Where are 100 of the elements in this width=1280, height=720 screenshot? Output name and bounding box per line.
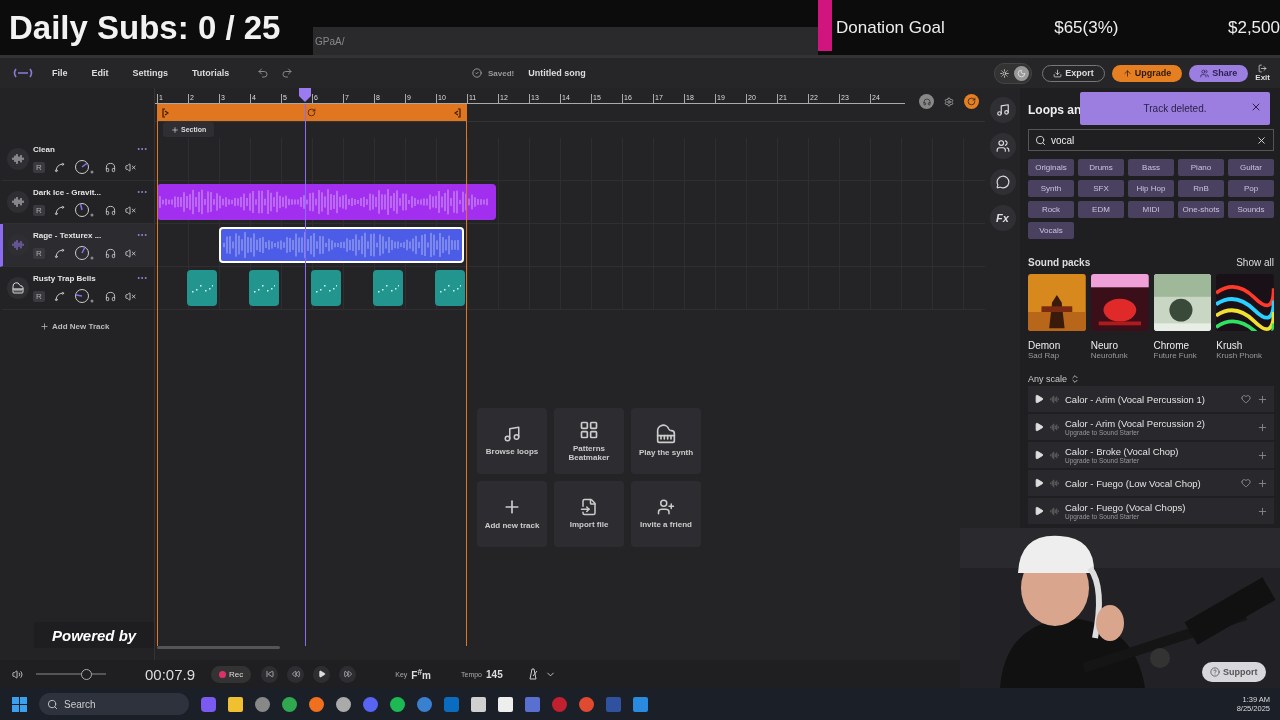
quick-action-tile[interactable]: Import file <box>554 481 624 547</box>
mute-icon[interactable] <box>124 290 136 302</box>
record-arm-button[interactable]: R <box>33 290 45 302</box>
automation-icon[interactable] <box>53 247 65 259</box>
play-icon[interactable] <box>1034 450 1044 460</box>
midi-clip[interactable] <box>373 270 403 306</box>
filter-chip[interactable]: Originals <box>1028 159 1074 176</box>
headphones-icon[interactable] <box>104 204 116 216</box>
play-icon[interactable] <box>1034 394 1044 404</box>
filter-chip[interactable]: RnB <box>1178 180 1224 197</box>
midi-clip[interactable] <box>435 270 465 306</box>
search-bar[interactable]: vocal <box>1028 129 1274 151</box>
track-header[interactable]: Rusty Trap Bells R <box>0 267 154 310</box>
music-button[interactable] <box>989 97 1016 123</box>
collaborators-button[interactable] <box>989 133 1016 159</box>
plus-icon[interactable] <box>1257 505 1268 517</box>
support-button[interactable]: Support <box>1202 662 1266 682</box>
record-button[interactable]: Rec <box>211 665 252 683</box>
scale-selector[interactable]: Any scale <box>1028 374 1081 384</box>
quick-action-tile[interactable]: Add new track <box>477 481 547 547</box>
pack-name[interactable]: Demon <box>1028 340 1086 351</box>
filter-chip[interactable]: MIDI <box>1128 201 1174 218</box>
filter-chip[interactable]: Guitar <box>1228 159 1274 176</box>
app-icon[interactable] <box>336 696 351 712</box>
filter-chip[interactable]: Piano <box>1178 159 1224 176</box>
filter-chip[interactable]: Vocals <box>1028 222 1074 239</box>
quick-action-tile[interactable]: Patterns Beatmaker <box>554 408 624 474</box>
pack-name[interactable]: Chrome <box>1153 340 1212 351</box>
plus-icon[interactable] <box>1257 393 1268 405</box>
upgrade-button[interactable]: Upgrade <box>1111 64 1183 82</box>
app-icon[interactable] <box>228 696 243 712</box>
fast-forward-button[interactable] <box>339 665 357 683</box>
app-icon[interactable] <box>498 696 513 712</box>
loop-button[interactable] <box>964 94 979 109</box>
automation-icon[interactable] <box>53 204 65 216</box>
show-all-link[interactable]: Show all <box>1236 257 1274 268</box>
search-field[interactable]: vocal <box>1051 134 1251 146</box>
record-arm-button[interactable]: R <box>33 161 45 173</box>
app-icon[interactable] <box>390 696 405 712</box>
record-arm-button[interactable]: R <box>33 247 45 259</box>
plus-icon[interactable] <box>1257 449 1268 461</box>
volume-knob[interactable] <box>73 159 96 175</box>
quick-action-tile[interactable]: Browse loops <box>477 408 547 474</box>
track-header[interactable]: Rage - Texturex ... R <box>0 224 154 267</box>
taskbar-search[interactable]: Search <box>39 693 189 715</box>
close-icon[interactable] <box>1250 101 1262 113</box>
mute-icon[interactable] <box>124 247 136 259</box>
record-arm-button[interactable]: R <box>33 204 45 216</box>
filter-chip[interactable]: Hip Hop <box>1128 180 1174 197</box>
track-header[interactable]: Clean R <box>0 138 154 181</box>
quick-action-tile[interactable]: Invite a friend <box>631 481 701 547</box>
quick-action-tile[interactable]: Play the synth <box>631 408 701 474</box>
play-icon[interactable] <box>1034 422 1044 432</box>
redo-icon[interactable] <box>281 67 294 79</box>
play-button[interactable] <box>313 665 331 683</box>
key-value[interactable]: F$^{#}$m <box>411 666 431 682</box>
app-icon[interactable] <box>471 696 486 712</box>
play-icon[interactable] <box>1034 506 1044 516</box>
midi-clip[interactable] <box>187 270 217 306</box>
plus-icon[interactable] <box>1257 421 1268 433</box>
headphones-icon[interactable] <box>104 247 116 259</box>
automation-icon[interactable] <box>53 161 65 173</box>
pack-name[interactable]: Neuro <box>1090 340 1149 351</box>
filter-chip[interactable]: One-shots <box>1178 201 1224 218</box>
midi-clip[interactable] <box>249 270 279 306</box>
metronome-icon[interactable] <box>526 668 539 680</box>
menu-item[interactable]: Edit <box>91 68 109 78</box>
filter-chip[interactable]: Drums <box>1078 159 1124 176</box>
settings-icon[interactable] <box>944 96 954 107</box>
menu-item[interactable]: Settings <box>132 68 169 78</box>
filter-chip[interactable]: SFX <box>1078 180 1124 197</box>
filter-chip[interactable]: Bass <box>1128 159 1174 176</box>
volume-knob[interactable] <box>73 288 96 304</box>
share-button[interactable]: Share <box>1189 64 1249 82</box>
rewind-button[interactable] <box>287 665 305 683</box>
headphones-icon[interactable] <box>104 161 116 173</box>
volume-knob[interactable] <box>73 202 96 218</box>
windows-logo-icon[interactable] <box>12 696 27 712</box>
automation-icon[interactable] <box>53 290 65 302</box>
snap-button[interactable] <box>919 94 934 109</box>
playhead-marker[interactable] <box>299 88 311 102</box>
heart-icon[interactable] <box>1241 478 1251 488</box>
clear-icon[interactable] <box>1256 134 1267 146</box>
chat-button[interactable] <box>989 169 1016 195</box>
menu-item[interactable]: Tutorials <box>192 68 230 78</box>
tempo-value[interactable]: 145 <box>486 668 503 680</box>
filter-chip[interactable]: Pop <box>1228 180 1274 197</box>
pack-name[interactable]: Krush <box>1216 340 1274 351</box>
undo-icon[interactable] <box>257 67 270 79</box>
slider-thumb[interactable] <box>81 668 93 680</box>
plus-icon[interactable] <box>1257 477 1268 489</box>
filter-chip[interactable]: EDM <box>1078 201 1124 218</box>
theme-toggle[interactable] <box>994 62 1033 84</box>
menu-item[interactable]: File <box>52 68 68 78</box>
fx-button[interactable]: Fx <box>989 205 1016 231</box>
midi-clip[interactable] <box>311 270 341 306</box>
headphones-icon[interactable] <box>104 290 116 302</box>
loop-end-icon[interactable] <box>454 107 461 118</box>
exit-button[interactable]: Exit <box>1255 64 1270 82</box>
loop-row[interactable]: Calor - Fuego (Low Vocal Chop) <box>1028 470 1274 496</box>
